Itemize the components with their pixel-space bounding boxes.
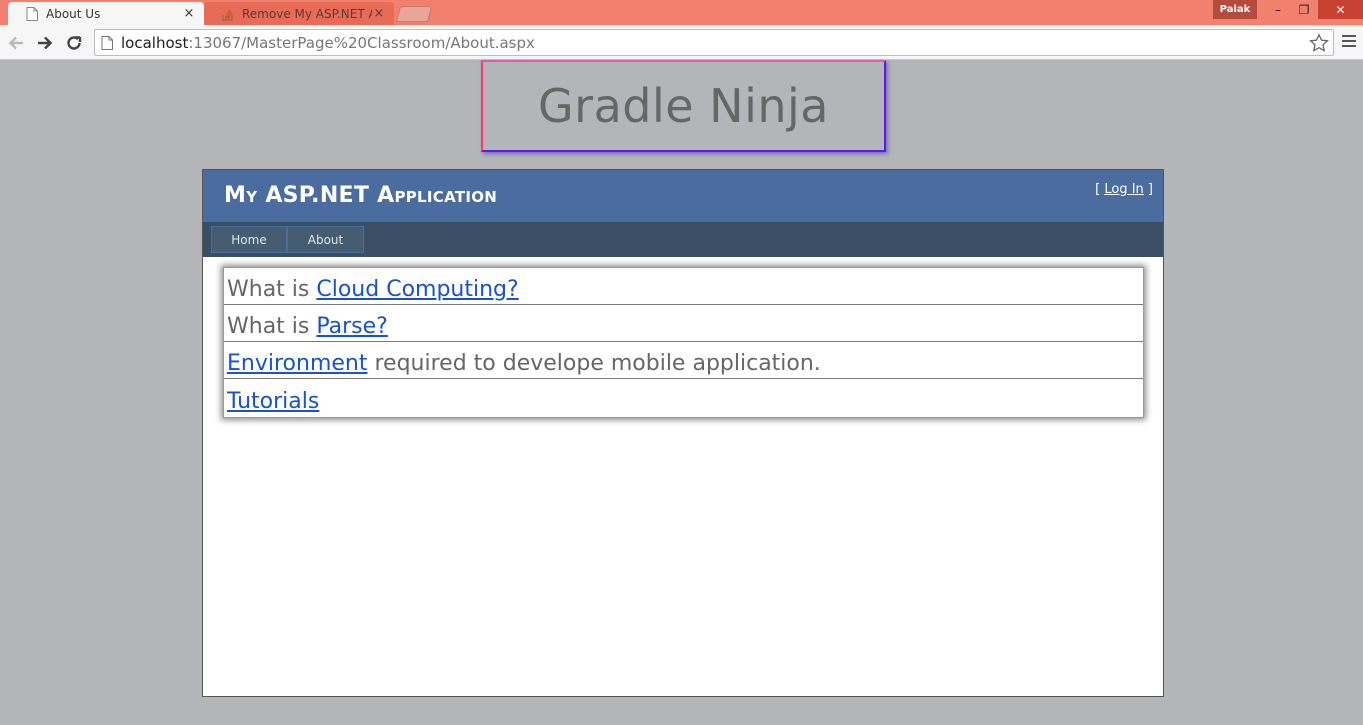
forward-arrow-icon bbox=[38, 36, 53, 50]
list-item: What is Parse? bbox=[224, 305, 1143, 342]
minimize-button[interactable]: – bbox=[1266, 0, 1290, 19]
close-tab-icon[interactable]: × bbox=[182, 6, 196, 21]
back-button[interactable] bbox=[4, 31, 28, 55]
row-prefix: What is bbox=[227, 277, 317, 302]
url-host: localhost bbox=[121, 33, 189, 52]
page-info-icon bbox=[101, 35, 113, 50]
forward-button[interactable] bbox=[33, 31, 57, 55]
reload-icon bbox=[67, 36, 82, 50]
menu-item-home[interactable]: Home bbox=[211, 226, 287, 253]
tab-title: About Us bbox=[46, 6, 101, 21]
close-window-button[interactable]: ✕ bbox=[1318, 0, 1363, 19]
banner-title: Gradle Ninja bbox=[538, 79, 829, 133]
tutorials-link[interactable]: Tutorials bbox=[227, 389, 319, 414]
restore-button[interactable]: ❐ bbox=[1292, 0, 1316, 19]
login-bracket-open: [ bbox=[1095, 182, 1105, 197]
login-link[interactable]: Log In bbox=[1104, 182, 1143, 197]
site-banner: Gradle Ninja bbox=[481, 60, 886, 152]
bookmark-star-icon[interactable] bbox=[1309, 33, 1329, 53]
site-header: My ASP.NET Application [ Log In ] bbox=[203, 170, 1163, 222]
login-bracket-close: ] bbox=[1143, 182, 1153, 197]
list-item: Tutorials bbox=[224, 379, 1143, 416]
list-item: Environment required to develope mobile … bbox=[224, 342, 1143, 379]
address-bar[interactable]: localhost:13067/MasterPage%20Classroom/A… bbox=[94, 29, 1334, 56]
app-title: My ASP.NET Application bbox=[224, 183, 498, 208]
nav-menu: Home About bbox=[203, 222, 1163, 257]
stackoverflow-icon bbox=[222, 8, 233, 21]
tab-remove-app[interactable]: Remove My ASP.NET App × bbox=[204, 2, 394, 25]
profile-button[interactable]: Palak bbox=[1213, 0, 1257, 19]
list-item: What is Cloud Computing? bbox=[224, 268, 1143, 305]
tab-about-us[interactable]: About Us × bbox=[8, 2, 204, 25]
page-container: My ASP.NET Application [ Log In ] Home A… bbox=[202, 169, 1164, 697]
new-tab-button[interactable] bbox=[395, 6, 433, 22]
row-prefix: What is bbox=[227, 314, 317, 339]
page-icon bbox=[26, 6, 38, 21]
parse-link[interactable]: Parse? bbox=[316, 314, 387, 339]
url-path: :13067/MasterPage%20Classroom/About.aspx bbox=[188, 33, 535, 52]
cloud-computing-link[interactable]: Cloud Computing? bbox=[316, 277, 518, 302]
environment-link[interactable]: Environment bbox=[227, 351, 367, 376]
links-panel: What is Cloud Computing? What is Parse? … bbox=[223, 267, 1144, 418]
browser-toolbar: localhost:13067/MasterPage%20Classroom/A… bbox=[0, 25, 1363, 60]
menu-item-about[interactable]: About bbox=[287, 226, 364, 253]
tab-title: Remove My ASP.NET App bbox=[242, 6, 372, 21]
login-area: [ Log In ] bbox=[1095, 182, 1153, 197]
back-arrow-icon bbox=[8, 36, 23, 50]
close-tab-icon[interactable]: × bbox=[372, 6, 386, 21]
reload-button[interactable] bbox=[62, 31, 86, 55]
row-suffix: required to develope mobile application. bbox=[367, 351, 821, 376]
title-bar: About Us × Remove My ASP.NET App × Palak… bbox=[0, 0, 1363, 25]
browser-menu-icon[interactable] bbox=[1342, 35, 1356, 49]
